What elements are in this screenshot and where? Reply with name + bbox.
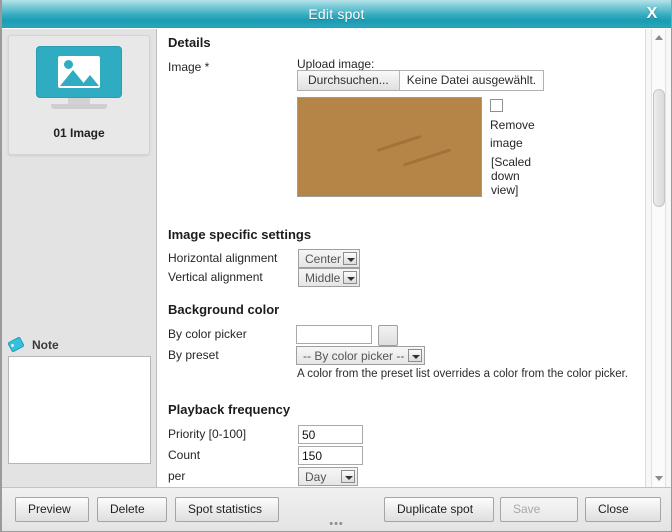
edit-spot-dialog: Edit spot X 01 Image Note Details Image … <box>0 0 672 532</box>
remove-image-label: Remove image <box>490 118 535 150</box>
section-heading-background-color: Background color <box>168 302 280 317</box>
color-picker-label: By color picker <box>168 327 247 341</box>
close-button[interactable]: Close <box>585 497 661 522</box>
count-row: Count <box>168 446 468 465</box>
color-preset-row: By preset -- By color picker -- <box>168 346 568 365</box>
spot-thumbnail-card[interactable]: 01 Image <box>8 35 150 155</box>
horizontal-alignment-row: Horizontal alignment Center <box>168 249 468 268</box>
per-select[interactable]: Day <box>298 467 358 486</box>
scaled-down-view-note: [Scaled down view] <box>491 155 532 197</box>
scrollbar-thumb[interactable] <box>653 89 665 207</box>
priority-input[interactable] <box>298 425 363 444</box>
sidebar: 01 Image Note <box>2 29 157 487</box>
priority-row: Priority [0-100] <box>168 425 468 444</box>
chevron-down-icon[interactable] <box>341 470 355 483</box>
count-label: Count <box>168 448 201 462</box>
scroll-down-icon[interactable] <box>652 471 666 485</box>
dialog-title: Edit spot <box>308 6 365 22</box>
note-label: Note <box>32 338 59 352</box>
vertical-alignment-label: Vertical alignment <box>168 270 263 284</box>
image-label: Image * <box>168 60 210 74</box>
chevron-down-icon[interactable] <box>408 349 422 362</box>
color-preset-select[interactable]: -- By color picker -- <box>296 346 425 365</box>
chevron-down-icon[interactable] <box>343 252 357 265</box>
upload-image-caption: Upload image: <box>297 57 375 71</box>
per-label: per <box>168 469 186 483</box>
close-icon[interactable]: X <box>642 0 662 28</box>
color-preset-hint: A color from the preset list overrides a… <box>297 368 629 380</box>
browse-button[interactable]: Durchsuchen... <box>298 71 400 90</box>
vertical-alignment-row: Vertical alignment Middle <box>168 268 468 287</box>
priority-label: Priority [0-100] <box>168 427 247 441</box>
selected-file-name: Keine Datei ausgewählt. <box>399 71 544 90</box>
dialog-footer: Preview Delete Spot statistics Duplicate… <box>2 487 671 531</box>
color-swatch-button[interactable] <box>378 325 398 346</box>
resize-grip[interactable]: ••• <box>329 519 344 530</box>
dialog-titlebar: Edit spot X <box>2 0 671 28</box>
chevron-down-icon[interactable] <box>343 271 357 284</box>
color-picker-input[interactable] <box>296 325 372 344</box>
form-area: Details Image * Upload image: Durchsuche… <box>158 29 644 487</box>
preview-button[interactable]: Preview <box>15 497 89 522</box>
note-block: Note <box>7 334 151 464</box>
duplicate-spot-button[interactable]: Duplicate spot <box>384 497 494 522</box>
delete-button[interactable]: Delete <box>97 497 167 522</box>
save-button: Save <box>500 497 578 522</box>
remove-image-group: Remove image <box>490 99 546 152</box>
note-textarea[interactable] <box>8 356 151 464</box>
horizontal-alignment-label: Horizontal alignment <box>168 251 278 265</box>
vertical-scrollbar[interactable] <box>645 29 671 487</box>
count-input[interactable] <box>298 446 363 465</box>
color-preset-label: By preset <box>168 348 219 362</box>
section-heading-playback-frequency: Playback frequency <box>168 402 291 417</box>
color-picker-row: By color picker <box>168 325 568 346</box>
vertical-alignment-select[interactable]: Middle <box>298 268 360 287</box>
file-upload-control[interactable]: Durchsuchen... Keine Datei ausgewählt. <box>297 70 545 91</box>
spot-statistics-button[interactable]: Spot statistics <box>175 497 279 522</box>
section-heading-details: Details <box>168 35 211 50</box>
remove-image-checkbox[interactable] <box>490 99 503 112</box>
tag-icon <box>7 336 26 353</box>
section-heading-image-settings: Image specific settings <box>168 227 312 242</box>
spot-name-label: 01 Image <box>53 126 105 140</box>
note-header: Note <box>7 334 151 356</box>
horizontal-alignment-select[interactable]: Center <box>298 249 360 268</box>
per-row: per Day <box>168 467 468 486</box>
scroll-up-icon[interactable] <box>652 31 666 45</box>
monitor-image-icon <box>36 46 122 109</box>
color-preset-value: -- By color picker -- <box>303 349 405 363</box>
image-preview <box>297 97 482 197</box>
